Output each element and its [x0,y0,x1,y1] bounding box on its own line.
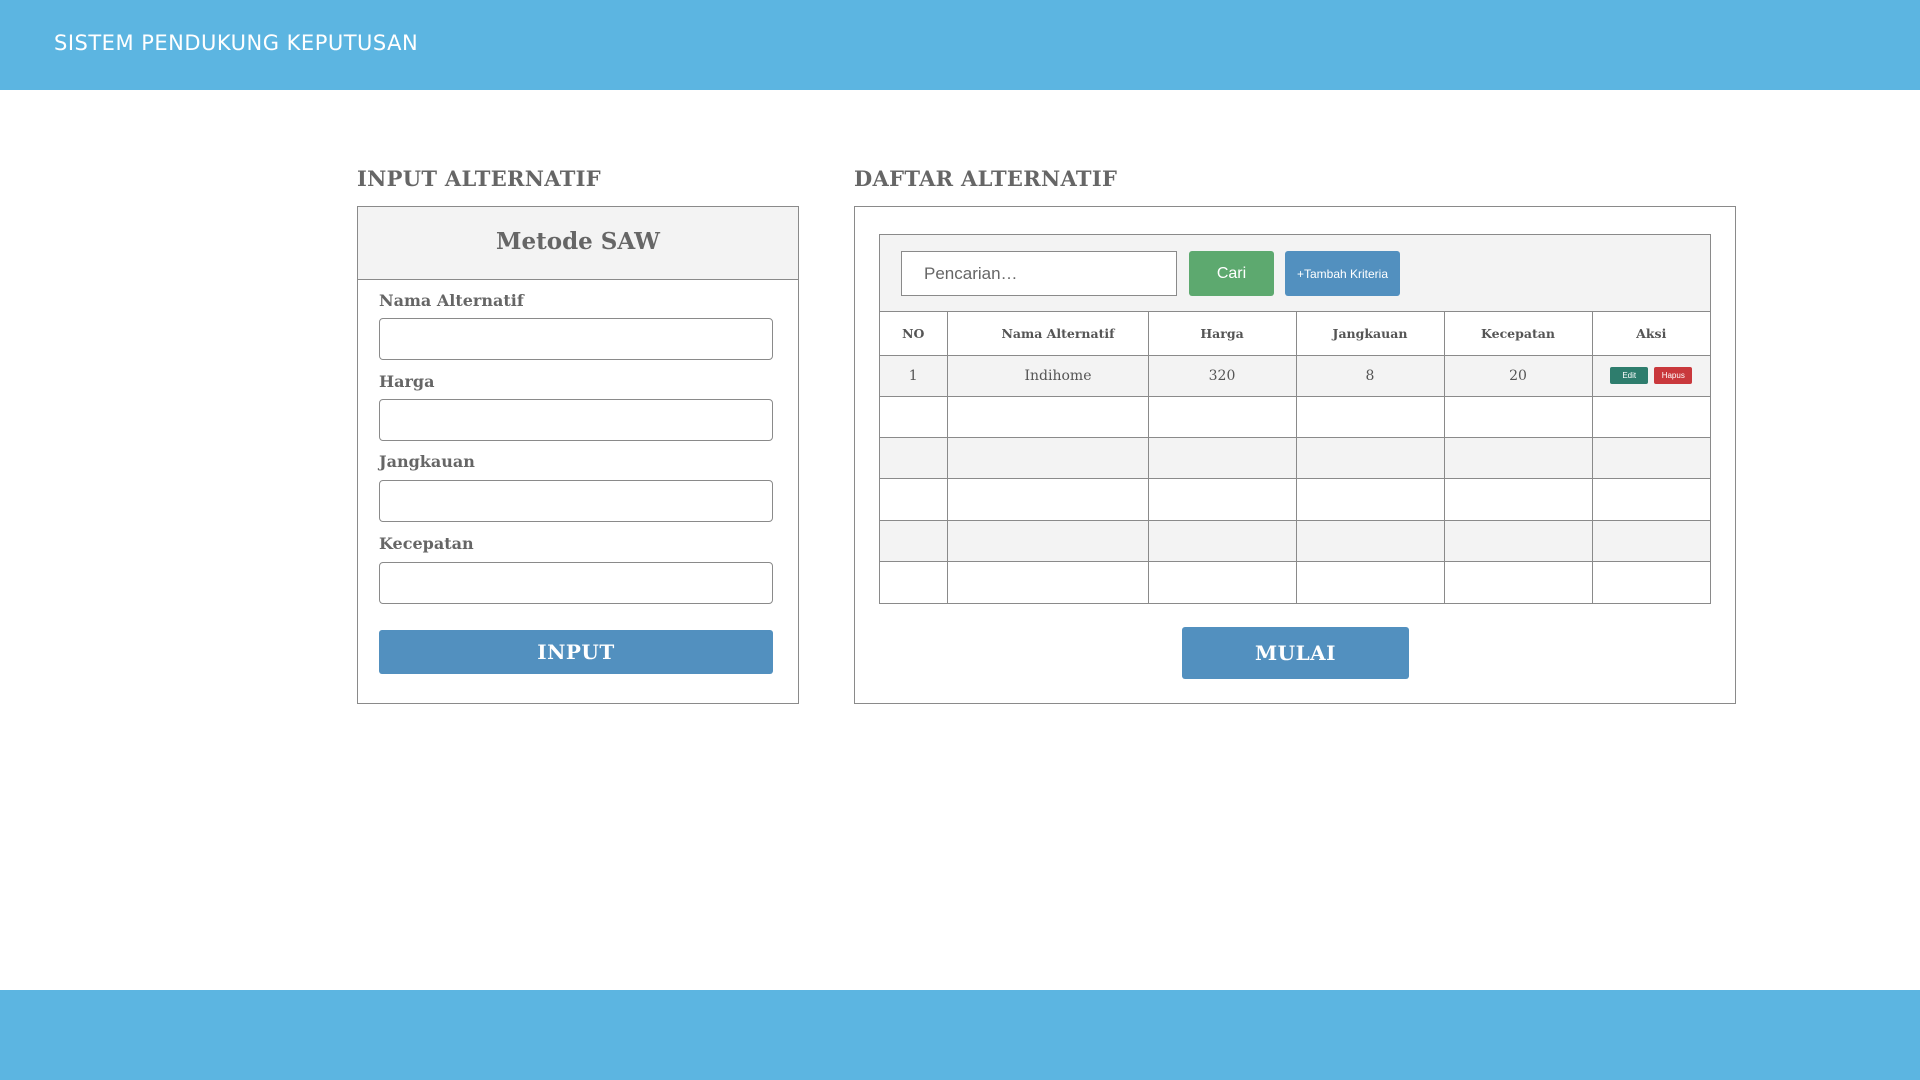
table-header-row: NO Nama Alternatif Harga Jangkauan Kecep… [880,312,1710,356]
column-header-no: NO [880,312,948,356]
search-button[interactable]: Cari [1189,251,1274,296]
bottom-bar [0,990,1920,1080]
column-header-nama: Nama Alternatif [946,312,1149,356]
table-row-empty [880,561,1710,603]
cell-no: 1 [880,354,948,397]
search-bar: Cari +Tambah Kriteria [880,235,1710,312]
kecepatan-input[interactable] [379,562,773,604]
jangkauan-label: Jangkauan [379,452,475,471]
table-row: 1 Indihome 320 8 20 Edit Hapus [880,354,1710,397]
list-section-title: DAFTAR ALTERNATIF [854,166,1118,191]
table-row-empty [880,437,1710,480]
cell-jangkauan: 8 [1295,354,1445,397]
top-bar: SISTEM PENDUKUNG KEPUTUSAN [0,0,1920,90]
input-panel: Metode SAW Nama Alternatif Harga Jangkau… [357,206,799,704]
cell-aksi: Edit Hapus [1591,354,1710,397]
column-header-kecepatan: Kecepatan [1443,312,1593,356]
harga-label: Harga [379,372,435,391]
search-input[interactable] [901,251,1177,296]
nama-alternatif-input[interactable] [379,318,773,360]
start-button[interactable]: MULAI [1182,627,1409,679]
column-header-aksi: Aksi [1591,312,1710,356]
jangkauan-input[interactable] [379,480,773,522]
cell-harga: 320 [1147,354,1297,397]
kecepatan-label: Kecepatan [379,534,474,553]
input-button[interactable]: INPUT [379,630,773,674]
delete-button[interactable]: Hapus [1654,367,1693,385]
cell-kecepatan: 20 [1443,354,1593,397]
nama-alternatif-label: Nama Alternatif [379,291,524,310]
list-panel: Cari +Tambah Kriteria NO Nama Alternatif… [854,206,1736,704]
table-row-empty [880,395,1710,439]
input-section-title: INPUT ALTERNATIF [357,166,601,191]
table-row-empty [880,519,1710,563]
table-row-empty [880,478,1710,521]
column-header-harga: Harga [1147,312,1297,356]
add-criteria-button[interactable]: +Tambah Kriteria [1285,251,1400,296]
cell-nama: Indihome [946,354,1149,397]
column-header-jangkauan: Jangkauan [1295,312,1445,356]
edit-button[interactable]: Edit [1610,367,1649,385]
harga-input[interactable] [379,399,773,441]
alternatives-table: NO Nama Alternatif Harga Jangkauan Kecep… [880,312,1710,603]
table-container: Cari +Tambah Kriteria NO Nama Alternatif… [879,234,1711,604]
panel-title: Metode SAW [496,228,660,255]
panel-header: Metode SAW [358,207,798,280]
app-title: SISTEM PENDUKUNG KEPUTUSAN [54,31,419,55]
